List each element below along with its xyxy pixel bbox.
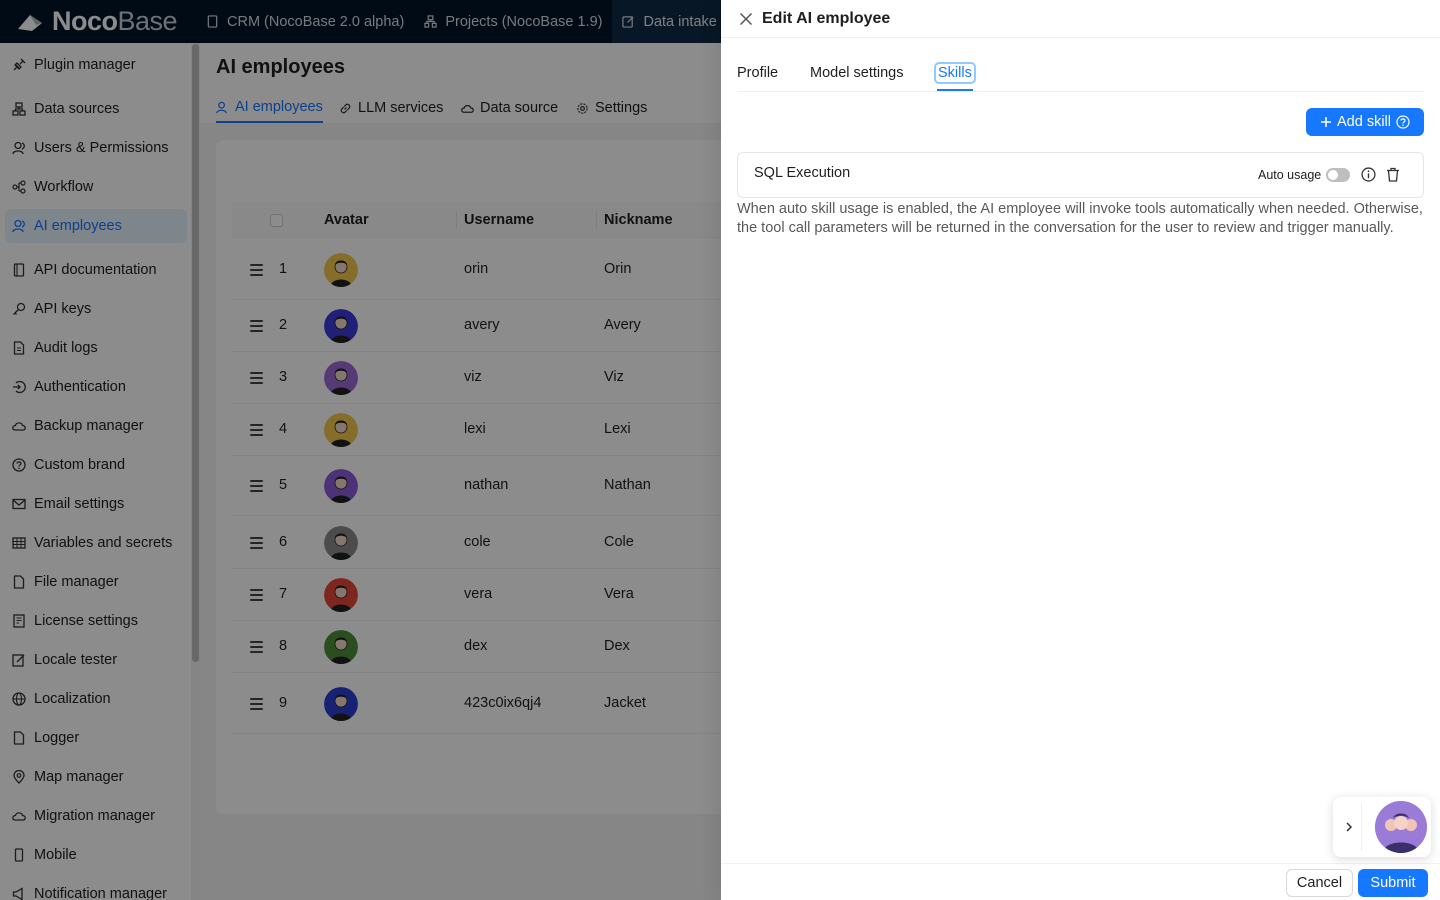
question-icon[interactable] [1396,115,1410,129]
drawer-title: Edit AI employee [762,9,891,27]
auto-usage-toggle[interactable] [1326,168,1350,182]
skill-name: SQL Execution [754,165,851,181]
drawer-header: Edit AI employee [721,0,1440,38]
add-skill-label: Add skill [1337,114,1391,130]
auto-usage-help-text: When auto skill usage is enabled, the AI… [737,201,1423,236]
ai-team-avatar[interactable] [1375,801,1427,853]
active-tab-indicator [937,89,973,91]
tab-profile[interactable]: Profile [737,65,778,81]
delete-icon[interactable] [1386,167,1400,182]
info-icon[interactable] [1361,167,1376,182]
skill-item: SQL Execution Auto usage [737,152,1424,198]
tab-skills[interactable]: Skills [934,62,976,84]
submit-button[interactable]: Submit [1358,869,1428,897]
chevron-right-icon[interactable] [1339,817,1359,837]
close-icon[interactable] [739,12,753,26]
ai-assistant-widget [1333,797,1431,857]
widget-divider [1361,803,1362,851]
auto-usage-label: Auto usage [1258,168,1322,182]
edit-ai-employee-drawer: Edit AI employee Profile Model settings … [721,0,1440,900]
plus-icon [1321,117,1331,127]
drawer-tabs: Profile Model settings Skills [737,54,1424,92]
drawer-mask[interactable] [0,0,721,900]
tab-model-settings[interactable]: Model settings [810,65,904,81]
cancel-button[interactable]: Cancel [1286,869,1353,897]
add-skill-button[interactable]: Add skill [1306,108,1424,136]
drawer-footer: Cancel Submit [721,863,1440,900]
